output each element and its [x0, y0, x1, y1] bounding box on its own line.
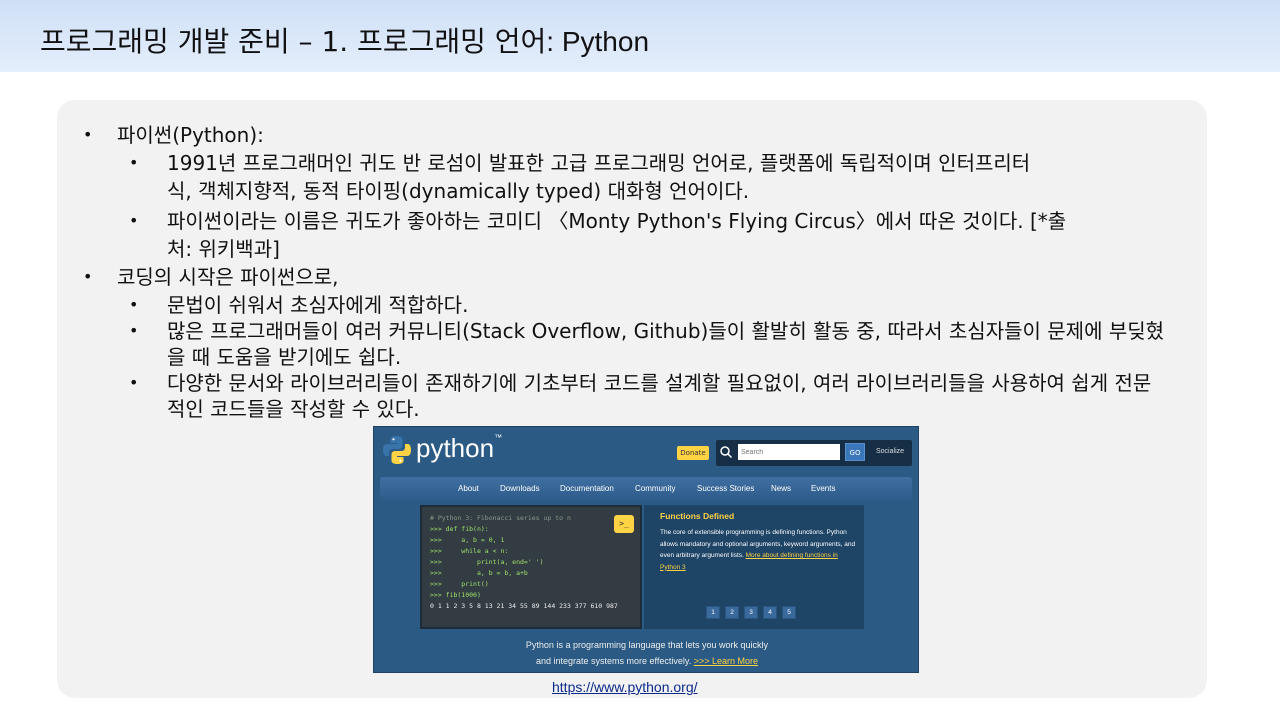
python-website-screenshot: python™ Donate GO Socialize About Downlo… [373, 426, 919, 673]
bullet-dot: • [129, 153, 139, 172]
code-line: >>> a, b = 0, 1 [430, 536, 505, 544]
search-icon [720, 446, 733, 459]
code-line: >>> print() [430, 580, 489, 588]
bullet-text: 파이썬이라는 이름은 귀도가 좋아하는 코미디 〈Monty Python's … [167, 209, 1067, 233]
python-logo-icon [383, 436, 411, 464]
slide-title-main: 프로그래밍 개발 준비 – 1. 프로그래밍 언어 [40, 25, 547, 58]
code-line: >>> def fib(n): [430, 525, 489, 533]
bullet-text: 문법이 쉬워서 초심자에게 적합하다. [167, 293, 469, 317]
bullet-python-name-origin-cont: 처: 위키백과] [167, 235, 280, 263]
bullet-text: 을 때 도움을 받기에도 쉽다. [167, 345, 402, 369]
intro-line-2: and integrate systems more effectively. … [374, 653, 918, 669]
nav-downloads[interactable]: Downloads [500, 484, 540, 493]
bullet-dot: • [129, 321, 139, 340]
bullet-libraries-cont: 적인 코드들을 작성할 수 있다. [167, 395, 420, 423]
code-line: # Python 3: Fibonacci series up to n [430, 514, 571, 522]
nav-documentation[interactable]: Documentation [560, 484, 614, 493]
bullet-text: 처: 위키백과] [167, 237, 280, 261]
python-logo-text: python™ [416, 433, 502, 464]
page-button-4[interactable]: 4 [763, 606, 777, 619]
nav-community[interactable]: Community [635, 484, 675, 493]
donate-button[interactable]: Donate [677, 446, 709, 460]
page-button-3[interactable]: 3 [744, 606, 758, 619]
nav-news[interactable]: News [771, 484, 791, 493]
bullet-text: 파이썬(Python): [117, 123, 264, 147]
slide-title-sub: : Python [546, 26, 650, 57]
feature-title: Functions Defined [660, 511, 735, 521]
code-line: >>> print(a, end=' ') [430, 558, 544, 566]
socialize-link[interactable]: Socialize [876, 448, 904, 455]
bullet-dot: • [129, 373, 139, 392]
bullet-text: 식, 객체지향적, 동적 타이핑(dynamically typed) 대화형 … [167, 179, 750, 203]
nav-about[interactable]: About [458, 484, 479, 493]
bullet-text: 많은 프로그래머들이 여러 커뮤니티(Stack Overflow, Githu… [167, 319, 1165, 343]
slide-title: 프로그래밍 개발 준비 – 1. 프로그래밍 언어: Python [40, 20, 649, 60]
bullet-python-name-origin: • 파이썬이라는 이름은 귀도가 좋아하는 코미디 〈Monty Python's… [129, 207, 1067, 235]
page-button-5[interactable]: 5 [782, 606, 796, 619]
page-button-2[interactable]: 2 [725, 606, 739, 619]
nav-events[interactable]: Events [811, 484, 835, 493]
bullet-start-with-python: • 코딩의 시작은 파이썬으로, [83, 263, 339, 291]
bullet-python: • 파이썬(Python): [83, 121, 264, 149]
python-trademark: ™ [494, 433, 503, 442]
intro-line-2-text: and integrate systems more effectively. [535, 656, 692, 666]
bullet-text: 적인 코드들을 작성할 수 있다. [167, 397, 420, 421]
bullet-text: 코딩의 시작은 파이썬으로, [117, 265, 339, 289]
bullet-community: • 많은 프로그래머들이 여러 커뮤니티(Stack Overflow, Gith… [129, 317, 1165, 345]
bullet-text: 다양한 문서와 라이브러리들이 존재하기에 기초부터 코드를 설계할 필요없이,… [167, 371, 1152, 395]
bullet-python-definition-cont: 식, 객체지향적, 동적 타이핑(dynamically typed) 대화형 … [167, 177, 749, 205]
bullet-dot: • [83, 125, 93, 144]
title-bar: 프로그래밍 개발 준비 – 1. 프로그래밍 언어: Python [0, 0, 1280, 72]
go-button[interactable]: GO [845, 443, 865, 461]
python-site-header: python™ Donate GO Socialize [374, 427, 918, 475]
bullet-dot: • [83, 267, 93, 286]
intro-line-1: Python is a programming language that le… [525, 640, 769, 650]
python-nav-bar: About Downloads Documentation Community … [380, 477, 912, 501]
code-line: >>> fib(1000) [430, 591, 481, 599]
bullet-libraries: • 다양한 문서와 라이브러리들이 존재하기에 기초부터 코드를 설계할 필요없이… [129, 369, 1152, 397]
bullet-dot: • [129, 211, 139, 230]
bullet-dot: • [129, 295, 139, 314]
bullet-text: 1991년 프로그래머인 귀도 반 로섬이 발표한 고급 프로그래밍 언어로, … [167, 151, 1031, 175]
python-intro: Python is a programming language that le… [374, 637, 918, 669]
source-url-link[interactable]: https://www.python.org/ [552, 679, 698, 695]
search-input[interactable] [738, 444, 840, 460]
learn-more-link[interactable]: >>> Learn More [694, 656, 758, 666]
code-line: >>> a, b = b, a+b [430, 569, 528, 577]
nav-success-stories[interactable]: Success Stories [697, 484, 754, 493]
page-button-1[interactable]: 1 [706, 606, 720, 619]
feature-panel: Functions Defined The core of extensible… [644, 505, 864, 629]
feature-body: The core of extensible programming is de… [660, 527, 856, 573]
bullet-python-definition: • 1991년 프로그래머인 귀도 반 로섬이 발표한 고급 프로그래밍 언어로,… [129, 149, 1031, 177]
terminal-launch-button[interactable]: >_ [614, 515, 634, 533]
bullet-community-cont: 을 때 도움을 받기에도 쉽다. [167, 343, 401, 371]
code-line: >>> while a < n: [430, 547, 509, 555]
code-sample-panel: # Python 3: Fibonacci series up to n >>>… [420, 505, 642, 629]
bullet-easy-syntax: • 문법이 쉬워서 초심자에게 적합하다. [129, 291, 469, 319]
python-logo-word: python [416, 433, 495, 463]
code-output-line: 0 1 1 2 3 5 8 13 21 34 55 89 144 233 377… [430, 602, 618, 610]
